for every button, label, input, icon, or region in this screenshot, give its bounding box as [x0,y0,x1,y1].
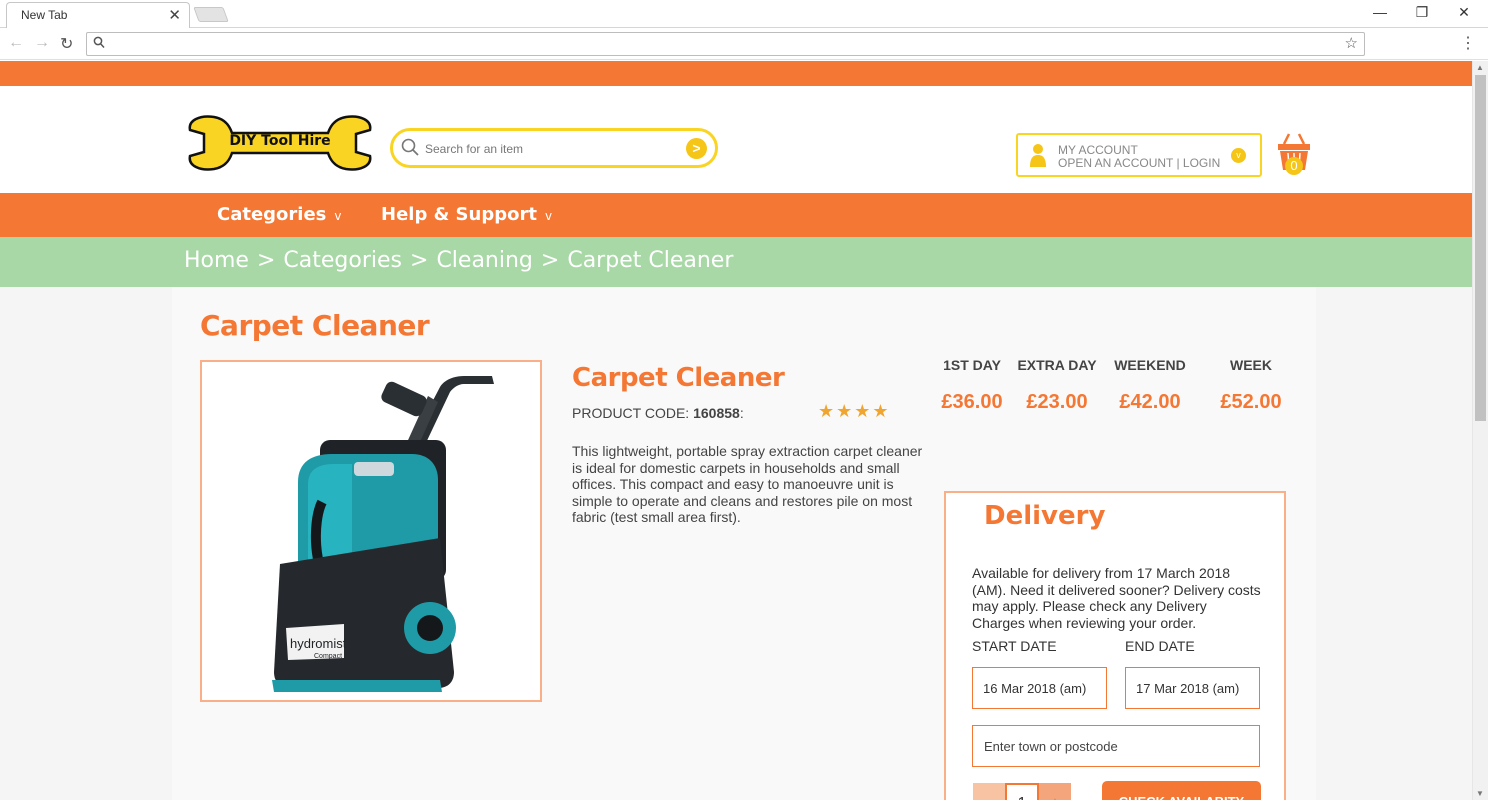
start-date-input[interactable] [972,667,1107,709]
end-date-input[interactable] [1125,667,1260,709]
account-menu[interactable]: MY ACCOUNT OPEN AN ACCOUNT | LOGIN v [1016,133,1262,177]
price-value: £52.00 [1220,391,1282,413]
rating-stars-icon: ★★★★ [818,401,891,421]
price-label: EXTRA DAY [1017,357,1097,373]
postcode-input[interactable] [972,725,1260,767]
price-table: 1ST DAY £36.00 EXTRA DAY £23.00 WEEKEND … [932,357,1292,417]
scrollbar-thumb[interactable] [1475,75,1486,421]
breadcrumb-home[interactable]: Home [184,248,249,273]
quantity-value[interactable]: 1 [1005,783,1039,800]
breadcrumb-cleaning[interactable]: Cleaning [436,248,532,273]
site-logo[interactable]: DIY Tool Hire [186,114,374,172]
product-description: This lightweight, portable spray extract… [572,443,923,525]
page-title: Carpet Cleaner [200,309,430,342]
carpet-cleaner-image: hydromist Compact [272,376,494,692]
delivery-panel: Delivery Available for delivery from 17 … [944,491,1286,800]
chevron-down-icon: v [544,209,553,223]
image-sub-text: Compact [314,653,342,660]
delivery-info: Available for delivery from 17 March 201… [972,565,1261,631]
quantity-increase-button[interactable]: + [1039,783,1071,800]
product-image[interactable]: hydromist Compact [200,360,542,702]
minimize-icon[interactable]: — [1370,4,1390,20]
image-brand-text: hydromist [290,636,347,651]
price-value: £42.00 [1119,391,1181,413]
window-close-icon[interactable]: ✕ [1454,4,1474,21]
price-value: £23.00 [1026,391,1088,413]
browser-tabstrip: New Tab ✕ — ❐ ✕ [0,0,1488,28]
start-date-label: START DATE [972,638,1057,654]
price-week: WEEK £52.00 [1201,357,1301,414]
basket-count-badge: 0 [1285,157,1303,175]
account-label: MY ACCOUNT [1058,143,1138,157]
price-extra-day: EXTRA DAY £23.00 [1007,357,1107,414]
forward-icon[interactable]: → [34,34,50,52]
price-label: WEEK [1230,357,1272,373]
account-login-link[interactable]: OPEN AN ACCOUNT | LOGIN [1058,156,1220,170]
breadcrumb-separator: > [410,248,429,273]
address-bar[interactable]: ☆ [86,32,1365,56]
logo-text: DIY Tool Hire [229,133,331,149]
user-icon [1030,144,1046,167]
nav-help-support[interactable]: Help & Support v [381,204,552,225]
page-viewport: DIY Tool Hire > MY ACCOUNT OPEN AN ACCOU… [0,61,1472,800]
breadcrumb-separator: > [256,248,276,273]
search-go-icon[interactable]: > [686,138,707,159]
site-header: DIY Tool Hire > MY ACCOUNT OPEN AN ACCOU… [0,86,1472,193]
breadcrumb-current: Carpet Cleaner [567,248,734,273]
nav-categories-label: Categories [217,204,327,225]
delivery-title: Delivery [984,501,1106,531]
top-band [0,61,1472,86]
product-name: Carpet Cleaner [572,363,785,393]
reload-icon[interactable]: ↻ [60,34,73,54]
scroll-down-icon[interactable]: ▼ [1476,789,1484,798]
search-icon [401,138,419,156]
product-code-value: 160858 [693,405,740,421]
restore-icon[interactable]: ❐ [1412,4,1432,21]
new-tab-button[interactable] [193,7,229,22]
chevron-down-icon: v [334,209,342,223]
nav-categories[interactable]: Categories v [217,204,342,225]
back-icon[interactable]: ← [8,34,24,52]
page-scrollbar[interactable]: ▲ ▼ [1472,61,1488,800]
search-box[interactable]: > [390,128,718,168]
chevron-down-icon[interactable]: v [1231,148,1246,163]
tab-close-icon[interactable]: ✕ [168,6,181,24]
quantity-stepper: - 1 + [973,783,1071,800]
breadcrumb-categories[interactable]: Categories [283,248,402,273]
breadcrumb: Home > Categories > Cleaning > Carpet Cleaner [184,248,733,273]
breadcrumb-bar: Home > Categories > Cleaning > Carpet Cleaner [0,237,1472,287]
product-content: Carpet Cleaner hydromist Compact Carpet … [172,287,1316,800]
browser-menu-icon[interactable]: ⋮ [1460,33,1476,53]
omnibox-search-icon [93,36,105,49]
search-input[interactable] [425,140,675,158]
product-code: PRODUCT CODE: 160858: [572,405,744,421]
end-date-label: END DATE [1125,638,1195,654]
product-code-label: PRODUCT CODE: [572,405,690,421]
quantity-decrease-button[interactable]: - [973,783,1005,800]
tab-title: New Tab [21,8,68,22]
product-code-suffix: : [739,405,744,421]
nav-help-label: Help & Support [381,204,537,225]
browser-tab[interactable]: New Tab ✕ [6,2,190,28]
check-availability-button[interactable]: CHECK AVAILABITY [1102,781,1261,800]
breadcrumb-separator: > [540,248,560,273]
main-nav: Categories v Help & Support v [0,193,1472,237]
price-weekend: WEEKEND £42.00 [1100,357,1200,414]
scroll-up-icon[interactable]: ▲ [1476,63,1484,72]
price-label: WEEKEND [1114,357,1186,373]
bookmark-star-icon[interactable]: ☆ [1345,34,1358,52]
browser-toolbar: ← → ↻ ☆ ⋮ [0,28,1488,60]
